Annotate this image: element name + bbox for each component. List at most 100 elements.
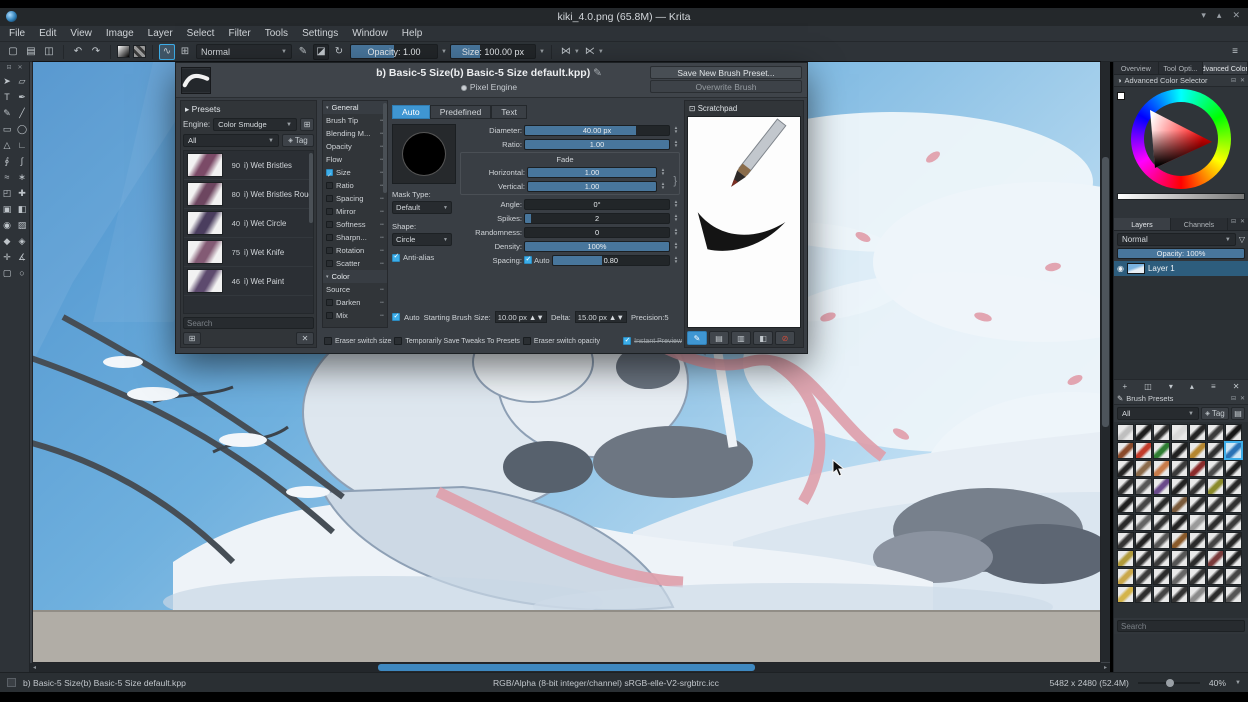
scroll-left-icon[interactable]: ◂ <box>30 664 39 671</box>
brush-presets-grid-icon[interactable]: ⊞ <box>177 44 193 60</box>
gradient-tool[interactable]: ◧ <box>15 202 30 216</box>
mirror-horizontal-icon[interactable]: ⋈ <box>558 44 574 60</box>
transform-tool[interactable]: ◰ <box>0 186 15 200</box>
instant-preview-checkbox[interactable] <box>623 336 632 345</box>
brush-option-row[interactable]: ▾ Ratio ▪▪ <box>323 179 387 192</box>
options-scrollbar[interactable] <box>383 103 387 193</box>
option-checkbox[interactable] <box>326 169 333 176</box>
option-checkbox[interactable] <box>326 260 333 267</box>
brush-option-row[interactable]: ▾ Color ▪▪ <box>323 270 387 283</box>
brush-preset-thumb[interactable] <box>1153 460 1170 477</box>
brush-preset-thumb[interactable] <box>1207 442 1224 459</box>
value-gradient-strip[interactable] <box>1117 193 1245 200</box>
shape-select[interactable]: Circle ▼ <box>392 233 452 246</box>
brush-size-slider[interactable]: Size: 100.00 px <box>449 44 536 59</box>
save-document-icon[interactable]: ◫ <box>41 44 57 60</box>
blending-mode-select[interactable]: Normal ▼ <box>196 44 292 59</box>
brush-preset-thumb[interactable] <box>1117 550 1134 567</box>
delta-spinbox[interactable]: 15.00 px ▲▼ <box>574 311 627 323</box>
option-lock-icon[interactable]: ▪▪ <box>380 209 384 215</box>
edit-shapes-tool[interactable]: ▱ <box>15 74 30 88</box>
option-lock-icon[interactable]: ▪▪ <box>380 235 384 241</box>
dock-close-icon[interactable]: ✕ <box>1240 77 1245 84</box>
dock-close-icon[interactable]: ✕ <box>1240 218 1245 230</box>
brush-option-row[interactable]: ▾ Size ▪▪ <box>323 166 387 179</box>
brush-preset-thumb[interactable] <box>1171 514 1188 531</box>
brush-option-row[interactable]: ▾ Mirror ▪▪ <box>323 205 387 218</box>
assistants-tool[interactable]: ✛ <box>0 250 15 264</box>
tab-layers[interactable]: Layers <box>1114 218 1171 230</box>
chevron-down-icon[interactable]: ▼ <box>574 49 580 55</box>
hue-ring[interactable] <box>1131 89 1231 189</box>
brush-preset-thumb[interactable] <box>1171 496 1188 513</box>
brush-preset-thumb[interactable] <box>1135 424 1152 441</box>
fade-vertical-slider[interactable]: 1.00 <box>527 180 657 192</box>
menu-item[interactable]: Window <box>345 28 395 39</box>
brush-preset-thumb[interactable] <box>1207 424 1224 441</box>
fill-tool[interactable]: ◆ <box>0 234 15 248</box>
tab-channels[interactable]: Channels <box>1171 218 1228 230</box>
polyline-tool[interactable]: ∟ <box>15 138 30 152</box>
brush-preset-thumb[interactable] <box>1153 586 1170 603</box>
brush-option-row[interactable]: ▾ Softness ▪▪ <box>323 218 387 231</box>
brush-preset-thumb[interactable] <box>1189 532 1206 549</box>
brush-preset-thumb[interactable] <box>1135 478 1152 495</box>
brush-preset-thumb[interactable] <box>1135 550 1152 567</box>
brush-preset-thumb[interactable] <box>1117 442 1134 459</box>
eraser-mode-icon[interactable]: ◪ <box>313 43 329 60</box>
dock-close-icon[interactable]: ✕ <box>1240 395 1245 402</box>
brush-preset-thumb[interactable] <box>1207 532 1224 549</box>
stepper[interactable]: ▲ ▼ <box>672 241 680 250</box>
brush-preset-thumb[interactable] <box>1225 478 1242 495</box>
menu-item[interactable]: Settings <box>295 28 345 39</box>
freehand-path-tool[interactable]: ∫ <box>15 154 30 168</box>
text-tool[interactable]: T <box>0 90 15 104</box>
rect-select-tool[interactable]: ▢ <box>0 266 15 280</box>
option-lock-icon[interactable]: ▪▪ <box>380 261 384 267</box>
mirror-vertical-icon[interactable]: ⋉ <box>582 44 598 60</box>
brush-preset-thumb[interactable] <box>1189 424 1206 441</box>
brush-option-row[interactable]: ▾ Flow ▪▪ <box>323 153 387 166</box>
move-layer-down-button[interactable]: ▾ <box>1169 382 1173 391</box>
brush-preset-thumb[interactable] <box>1207 460 1224 477</box>
brush-option-row[interactable]: ▾ Rotation ▪▪ <box>323 244 387 257</box>
undo-icon[interactable]: ↶ <box>70 44 86 60</box>
brush-preset-thumb[interactable] <box>1171 586 1188 603</box>
brush-option-row[interactable]: ▾ Source ▪▪ <box>323 283 387 296</box>
brush-tip-tab[interactable]: Predefined <box>429 105 492 119</box>
brush-preset-thumb[interactable] <box>1135 532 1152 549</box>
eraser-switch-size-checkbox[interactable] <box>324 337 332 345</box>
brush-tip-tab[interactable]: Text <box>491 105 528 119</box>
layer-properties-button[interactable]: ≡ <box>1211 382 1216 391</box>
ellipse-select-tool[interactable]: ○ <box>15 266 30 280</box>
mask-type-select[interactable]: Default ▼ <box>392 201 452 214</box>
horizontal-scrollbar-thumb[interactable] <box>378 664 755 671</box>
brush-preset-thumb[interactable] <box>1153 442 1170 459</box>
stepper[interactable]: ▲ ▼ <box>659 167 667 176</box>
option-checkbox[interactable] <box>326 247 333 254</box>
menu-item[interactable]: Select <box>180 28 222 39</box>
parameter-slider[interactable]: 0° <box>524 198 670 210</box>
brush-option-row[interactable]: ▾ Mix ▪▪ <box>323 309 387 322</box>
brush-tip-tab[interactable]: Auto <box>392 105 430 119</box>
link-values-icon[interactable]: } <box>673 175 677 187</box>
color-sampler-tool[interactable]: ◉ <box>0 218 15 232</box>
brush-preset-thumb[interactable] <box>1117 532 1134 549</box>
delete-resource-button[interactable]: ✕ <box>296 332 314 345</box>
menu-item[interactable]: Tools <box>258 28 295 39</box>
scratchpad-canvas[interactable] <box>687 116 801 328</box>
scratchpad-paint-button[interactable]: ✎ <box>687 331 707 345</box>
dock-float-icon[interactable]: ⊟ <box>6 64 11 71</box>
fade-horizontal-slider[interactable]: 1.00 <box>527 166 657 178</box>
menu-item[interactable]: Help <box>395 28 430 39</box>
dock-tab[interactable]: Advanced Color... <box>1203 62 1248 74</box>
antialias-checkbox[interactable] <box>392 252 400 262</box>
move-tool[interactable]: ✚ <box>15 186 30 200</box>
option-checkbox[interactable] <box>326 195 333 202</box>
horizontal-scrollbar[interactable]: ◂ ▸ <box>30 663 1110 672</box>
brush-preset-thumb[interactable] <box>1153 550 1170 567</box>
minimize-button[interactable]: ▾ <box>1201 10 1206 21</box>
add-resource-button[interactable]: ⊞ <box>183 332 201 345</box>
stepper[interactable]: ▲ ▼ <box>672 125 680 134</box>
brush-preset-thumb[interactable] <box>1135 442 1152 459</box>
